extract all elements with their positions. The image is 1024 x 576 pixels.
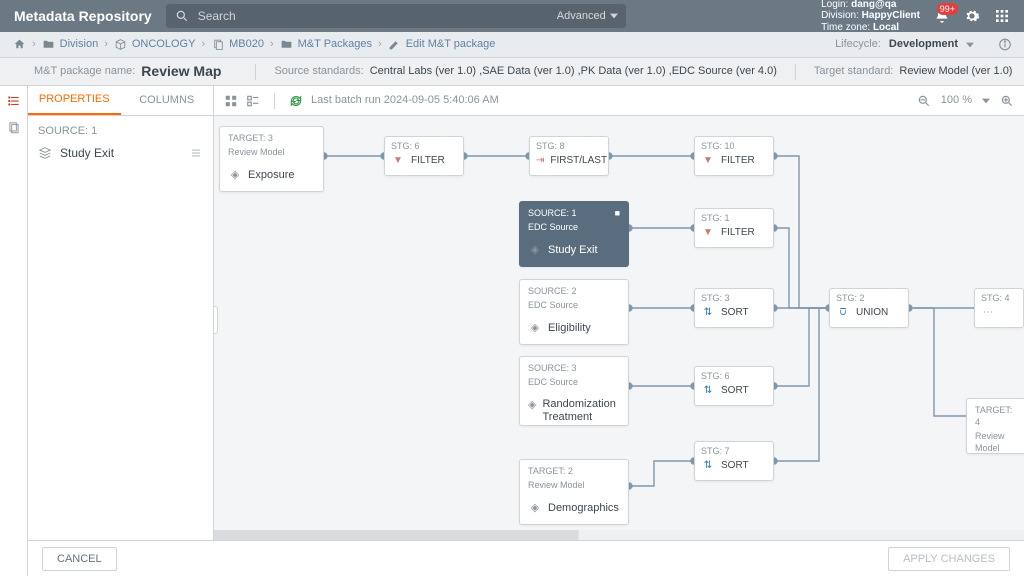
node-firstlast[interactable]: STG: 8 ⇥FIRST/LAST <box>529 136 609 176</box>
folder-icon <box>280 38 294 52</box>
refresh-icon[interactable] <box>289 94 303 108</box>
flow-canvas[interactable]: TARGET: 3Review Model ◈Exposure STG: 6 ▼… <box>214 116 1024 540</box>
layers-icon: ◈ <box>528 502 542 516</box>
zoom-level: 100 % <box>941 93 972 108</box>
cancel-button[interactable]: CANCEL <box>42 547 117 571</box>
layers-icon <box>38 146 52 160</box>
side-item-study-exit[interactable]: Study Exit <box>38 145 203 161</box>
gear-icon[interactable] <box>964 8 980 24</box>
crumb-edit: Edit M&T package <box>406 37 496 52</box>
canvas-toolbar: Last batch run 2024-09-05 5:40:06 AM 100… <box>214 86 1024 116</box>
layers-icon: ◈ <box>528 322 542 336</box>
layers-icon: ◈ <box>528 398 536 412</box>
tgt-std-value: Review Model (ver 1.0) <box>899 64 1012 79</box>
search-input[interactable] <box>196 8 551 24</box>
chevron-down-icon[interactable] <box>966 42 974 48</box>
node-demographics[interactable]: TARGET: 2Review Model ◈Demographics <box>519 459 629 525</box>
grid-view-icon[interactable] <box>224 94 238 108</box>
lifecycle-label: Lifecycle: <box>835 37 881 52</box>
menu-icon[interactable] <box>189 146 203 160</box>
cube-icon <box>114 38 128 52</box>
folder-icon <box>42 38 56 52</box>
side-header: SOURCE: 1 <box>38 124 203 139</box>
tab-columns[interactable]: COLUMNS <box>121 86 214 115</box>
lifecycle-value[interactable]: Development <box>889 37 958 52</box>
sidebar: PROPERTIES COLUMNS SOURCE: 1 Study Exit <box>28 86 214 576</box>
node-sort-7[interactable]: STG: 7 ⇅SORT <box>694 441 774 481</box>
pencil-icon <box>388 38 402 52</box>
node-union[interactable]: STG: 2 ⩂UNION <box>829 288 909 328</box>
list-view-icon[interactable] <box>246 94 260 108</box>
node-exposure[interactable]: TARGET: 3Review Model ◈Exposure <box>219 126 324 192</box>
h-scrollbar[interactable] <box>214 530 1024 540</box>
chevron-down-icon[interactable] <box>982 98 990 104</box>
batch-run-text: Last batch run 2024-09-05 5:40:06 AM <box>311 93 499 108</box>
node-lab[interactable]: TARGET: 4Review Model ◈Laboratory Result… <box>966 398 1024 454</box>
node-rta[interactable]: SOURCE: 3EDC Source ◈Randomization Treat… <box>519 356 629 426</box>
search-advanced[interactable]: Advanced <box>557 9 618 24</box>
stop-icon: ■ <box>615 207 620 219</box>
breadcrumb: › Division › ONCOLOGY › MB020 › M&T Pack… <box>0 37 495 52</box>
node-study-exit-src[interactable]: SOURCE: 1■EDC Source ◈Study Exit <box>519 201 629 267</box>
expand-handle[interactable] <box>214 306 218 334</box>
union-icon: ⩂ <box>836 306 850 320</box>
search-box[interactable]: Advanced <box>166 4 626 28</box>
doc-icon <box>211 38 225 52</box>
crumb-oncology[interactable]: ONCOLOGY <box>132 37 196 52</box>
src-std-label: Source standards: <box>274 64 363 79</box>
node-filter-1[interactable]: STG: 1 ▼FILTER <box>694 208 774 248</box>
info-icon[interactable] <box>998 38 1012 52</box>
notif-badge: 99+ <box>937 3 958 15</box>
tab-properties[interactable]: PROPERTIES <box>28 86 121 115</box>
zoom-in-icon[interactable] <box>1000 94 1014 108</box>
sort-icon: ⇅ <box>701 306 715 320</box>
layers-icon: ◈ <box>528 244 542 258</box>
filter-icon: ▼ <box>701 226 715 240</box>
layers-icon: ◈ <box>228 169 242 183</box>
filter-icon: ▼ <box>701 154 715 168</box>
user-info: Login: dang@qa Division: HappyClient Tim… <box>821 0 920 33</box>
left-rail <box>0 86 28 576</box>
list-icon[interactable] <box>7 94 21 108</box>
apps-icon[interactable] <box>994 8 1010 24</box>
copy-icon[interactable] <box>7 120 21 134</box>
node-sort-3[interactable]: STG: 3 ⇅SORT <box>694 288 774 328</box>
crumb-packages[interactable]: M&T Packages <box>298 37 372 52</box>
tgt-std-label: Target standard: <box>814 64 894 79</box>
node-sort-6[interactable]: STG: 6 ⇅SORT <box>694 366 774 406</box>
sort-icon: ⇅ <box>701 384 715 398</box>
src-std-value: Central Labs (ver 1.0) ,SAE Data (ver 1.… <box>370 64 777 79</box>
zoom-out-icon[interactable] <box>917 94 931 108</box>
search-icon <box>174 8 190 24</box>
filter-icon: ▼ <box>391 154 405 168</box>
crumb-mb020[interactable]: MB020 <box>229 37 264 52</box>
app-title: Metadata Repository <box>0 7 166 26</box>
firstlast-icon: ⇥ <box>536 154 544 168</box>
op-icon: ⋯ <box>981 306 995 320</box>
node-filter-6[interactable]: STG: 6 ▼FILTER <box>384 136 464 176</box>
apply-button[interactable]: APPLY CHANGES <box>888 547 1010 571</box>
node-filter-10[interactable]: STG: 10 ▼FILTER <box>694 136 774 176</box>
pkg-label: M&T package name: <box>0 64 135 79</box>
pkg-name: Review Map <box>141 62 221 81</box>
bell-icon[interactable]: 99+ <box>934 8 950 24</box>
node-eligibility[interactable]: SOURCE: 2EDC Source ◈Eligibility <box>519 279 629 345</box>
home-icon[interactable] <box>12 38 26 52</box>
sort-icon: ⇅ <box>701 459 715 473</box>
crumb-division[interactable]: Division <box>60 37 99 52</box>
node-stg-4[interactable]: STG: 4 ⋯ <box>974 288 1024 328</box>
